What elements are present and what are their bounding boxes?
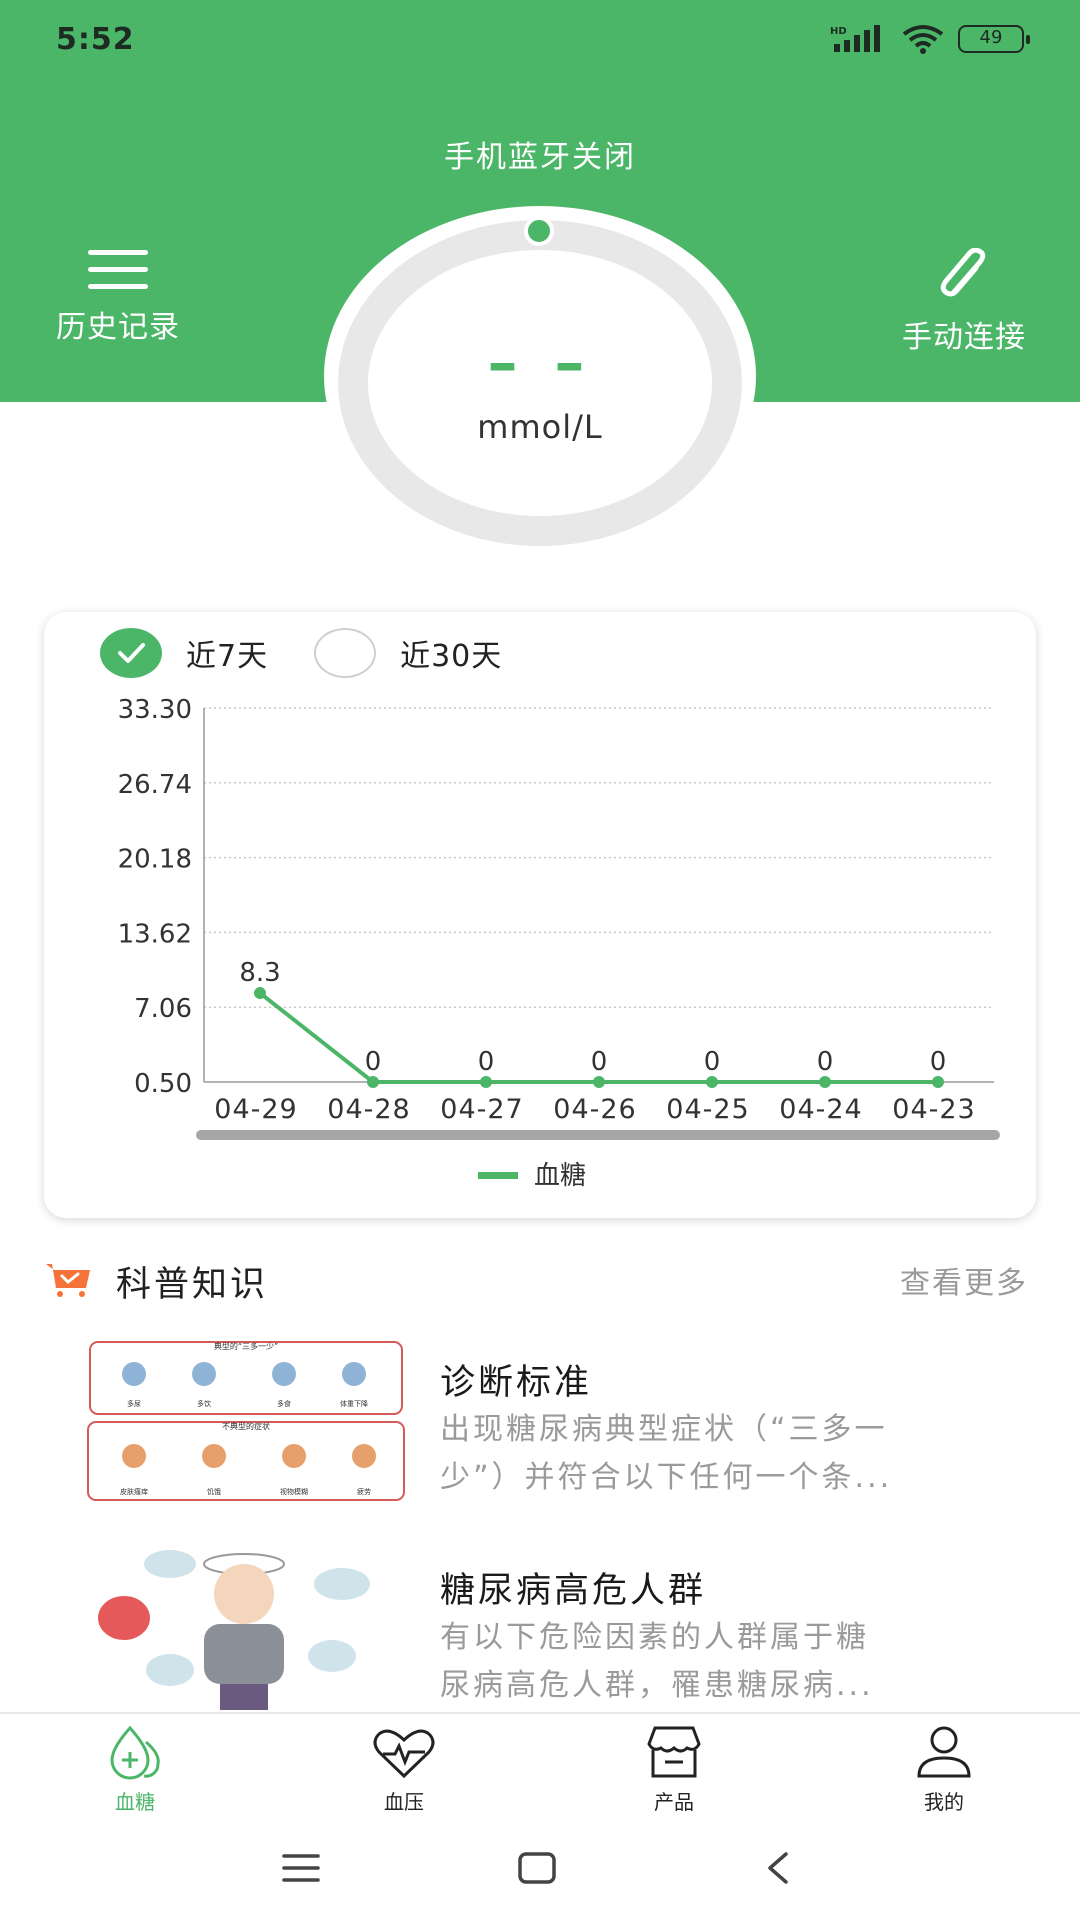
status-bar: 5:52 HD 49 xyxy=(0,0,1080,80)
svg-text:多食: 多食 xyxy=(277,1399,291,1408)
store-icon xyxy=(647,1726,701,1778)
data-point xyxy=(593,1076,605,1088)
home-icon[interactable] xyxy=(516,1850,558,1886)
x-tick-label: 04-27 xyxy=(440,1094,523,1125)
data-point xyxy=(932,1076,944,1088)
gauge-indicator xyxy=(524,216,554,246)
svg-text:多饮: 多饮 xyxy=(197,1399,211,1408)
data-label: 0 xyxy=(930,1047,947,1077)
y-tick-label: 7.06 xyxy=(134,994,192,1024)
status-icons: HD 49 xyxy=(830,24,1030,54)
bluetooth-status: 手机蓝牙关闭 xyxy=(444,140,636,175)
svg-text:饥饿: 饥饿 xyxy=(207,1487,221,1496)
svg-text:体重下降: 体重下降 xyxy=(340,1399,368,1408)
x-tick-label: 04-28 xyxy=(327,1094,410,1125)
y-tick-label: 13.62 xyxy=(118,919,192,949)
data-point xyxy=(367,1076,379,1088)
range-7-label[interactable]: 近7天 xyxy=(186,631,268,675)
article-description: 出现糖尿病典型症状（“三多一 少”）并符合以下任何一个条... xyxy=(440,1412,893,1495)
battery-icon: 49 xyxy=(958,25,1030,53)
legend-swatch xyxy=(478,1172,518,1179)
manual-connect-label: 手动连接 xyxy=(902,320,1026,355)
paperclip-icon xyxy=(940,248,986,297)
article-title: 糖尿病高危人群 xyxy=(440,1571,707,1611)
svg-text:皮肤瘙痒: 皮肤瘙痒 xyxy=(120,1487,148,1496)
data-label: 0 xyxy=(704,1047,721,1077)
y-tick-label: 26.74 xyxy=(118,770,192,800)
glucose-gauge: – – mmol/L xyxy=(324,206,756,546)
bottom-tab-bar: 血糖 血压 产品 我的 xyxy=(0,1712,1080,1822)
article-thumbnail: 典型的“三多一少” 不典型的症状 多尿 多饮 多食 体重下降 皮肤瘙痒 饥饿 视… xyxy=(84,1336,408,1506)
system-nav-bar xyxy=(0,1822,1080,1920)
glucose-unit: mmol/L xyxy=(477,408,603,446)
svg-text:不典型的症状: 不典型的症状 xyxy=(222,1421,270,1431)
data-point xyxy=(480,1076,492,1088)
glucose-value: – – xyxy=(487,328,593,398)
blood-drop-icon xyxy=(110,1725,160,1780)
menu-icon[interactable] xyxy=(280,1850,322,1886)
legend-label: 血糖 xyxy=(534,1161,586,1191)
data-label: 0 xyxy=(591,1047,608,1077)
range-toggle: 近7天 近30天 xyxy=(100,628,548,678)
science-title: 科普知识 xyxy=(116,1265,269,1305)
y-tick-label: 20.18 xyxy=(118,845,192,875)
x-tick-label: 04-26 xyxy=(553,1094,636,1125)
network-label: HD xyxy=(830,26,847,37)
chart-scrollbar xyxy=(196,1130,1000,1140)
tab-products[interactable]: 产品 xyxy=(594,1722,754,1815)
tab-mine[interactable]: 我的 xyxy=(864,1722,1024,1815)
y-tick-label: 0.50 xyxy=(134,1069,192,1099)
data-label: 0 xyxy=(478,1047,495,1077)
glucose-line-chart: 33.30 26.74 20.18 13.62 7.06 0.50 04-29 04-28 04… xyxy=(118,695,1000,1191)
data-label: 8.3 xyxy=(239,958,280,988)
see-more-link[interactable]: 查看更多 xyxy=(900,1258,1028,1302)
menu-icon xyxy=(88,250,148,290)
back-icon[interactable] xyxy=(756,1850,798,1886)
y-tick-label: 33.30 xyxy=(118,695,192,725)
tab-label: 血压 xyxy=(384,1790,424,1814)
signal-icon: HD xyxy=(830,25,880,52)
history-label: 历史记录 xyxy=(56,310,180,345)
status-time: 5:52 xyxy=(56,22,135,57)
article-item[interactable]: 糖尿病高危人群 有以下危险因素的人群属于糖 尿病高危人群，罹患糖尿病... xyxy=(84,1544,1044,1714)
range-30-label[interactable]: 近30天 xyxy=(400,631,502,675)
tab-label: 我的 xyxy=(924,1790,964,1814)
manual-connect-button[interactable]: 手动连接 xyxy=(884,248,1044,356)
history-button[interactable]: 历史记录 xyxy=(38,250,198,346)
article-title: 诊断标准 xyxy=(440,1363,593,1403)
svg-text:视物模糊: 视物模糊 xyxy=(280,1487,308,1496)
wifi-icon xyxy=(902,25,944,54)
user-icon xyxy=(917,1726,971,1778)
science-section-header: 科普知识 查看更多 xyxy=(44,1254,1036,1305)
svg-text:典型的“三多一少”: 典型的“三多一少” xyxy=(214,1341,278,1351)
x-tick-label: 04-24 xyxy=(779,1094,862,1125)
svg-text:疲劳: 疲劳 xyxy=(357,1487,371,1496)
tab-label: 产品 xyxy=(654,1790,694,1814)
check-icon xyxy=(118,643,145,663)
article-thumbnail xyxy=(84,1544,408,1714)
glucose-chart-card: 33.30 26.74 20.18 13.62 7.06 0.50 04-29 04-28 04… xyxy=(44,612,1036,1218)
x-tick-label: 04-25 xyxy=(666,1094,749,1125)
x-tick-label: 04-23 xyxy=(892,1094,975,1125)
data-point xyxy=(254,987,266,1000)
tab-label: 血糖 xyxy=(115,1790,155,1814)
cart-icon xyxy=(46,1264,90,1297)
data-point xyxy=(706,1076,718,1088)
range-7-radio[interactable] xyxy=(100,628,162,678)
heart-pulse-icon xyxy=(373,1729,435,1779)
data-point xyxy=(819,1076,831,1088)
data-label: 0 xyxy=(817,1047,834,1077)
svg-text:多尿: 多尿 xyxy=(127,1399,141,1408)
x-tick-label: 04-29 xyxy=(214,1094,297,1125)
article-item[interactable]: 典型的“三多一少” 不典型的症状 多尿 多饮 多食 体重下降 皮肤瘙痒 饥饿 视… xyxy=(84,1336,1044,1506)
range-30-radio[interactable] xyxy=(314,628,377,678)
data-label: 0 xyxy=(365,1047,382,1077)
tab-blood-glucose[interactable]: 血糖 xyxy=(55,1722,215,1815)
tab-blood-pressure[interactable]: 血压 xyxy=(324,1722,484,1815)
article-description: 有以下危险因素的人群属于糖 尿病高危人群，罹患糖尿病... xyxy=(440,1620,874,1703)
